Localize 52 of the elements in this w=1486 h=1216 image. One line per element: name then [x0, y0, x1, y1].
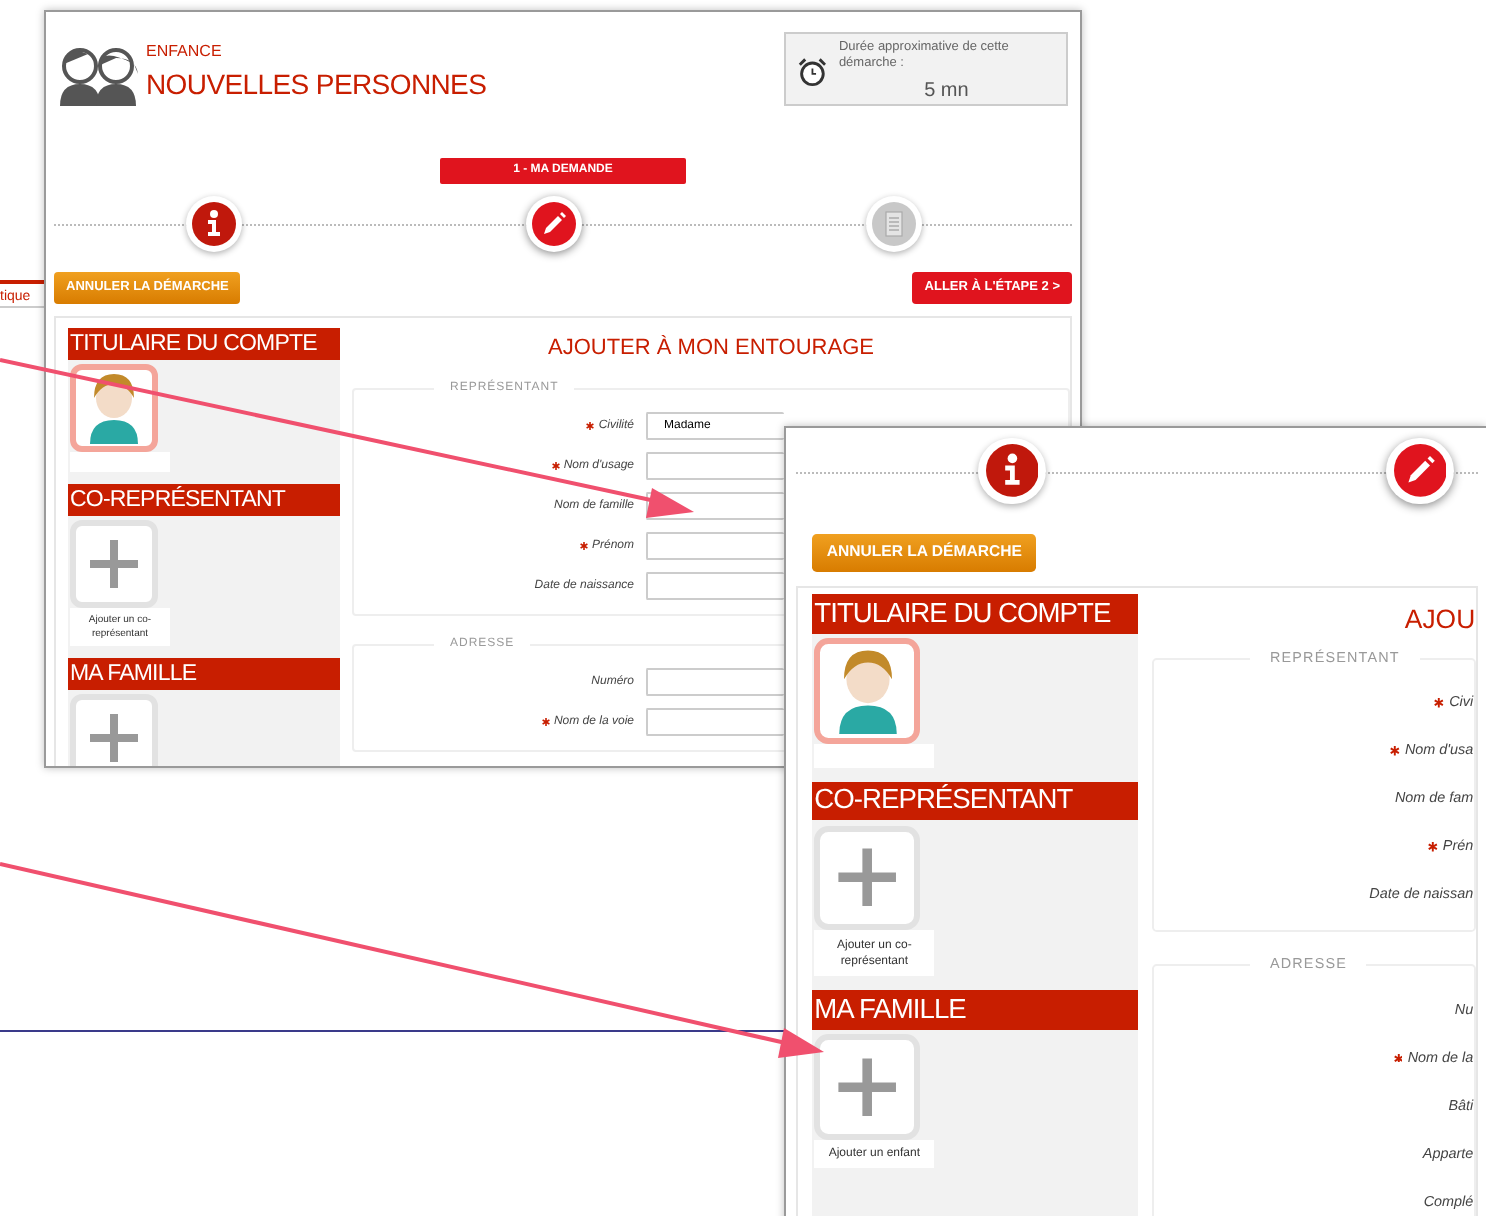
blank-caption-area: [70, 451, 170, 472]
step-marker[interactable]: [866, 196, 922, 252]
field-label: Prén: [1442, 836, 1474, 859]
avatar-tile[interactable]: [70, 363, 158, 452]
field-label: Date de naissan: [1369, 884, 1474, 907]
alarm-clock-icon: [798, 56, 827, 88]
input-field[interactable]: [646, 708, 784, 737]
children-icon: [58, 42, 138, 106]
step-marker[interactable]: [1385, 437, 1454, 505]
form-title: AJOU: [1402, 601, 1476, 638]
pencil-icon: [1393, 444, 1446, 498]
section-header: TITULAIRE DU COMPTE: [68, 327, 340, 360]
info-icon: [192, 202, 236, 246]
plus-icon: [88, 537, 140, 590]
document-icon: [872, 202, 916, 246]
field-label: Nom de la: [1407, 1047, 1474, 1069]
input-field[interactable]: [646, 572, 784, 601]
plus-icon: [835, 846, 899, 910]
step-marker[interactable]: [526, 196, 582, 252]
add-tile[interactable]: [70, 519, 158, 608]
field-label: Nu: [1454, 999, 1474, 1021]
step-marker[interactable]: [977, 437, 1046, 505]
pencil-icon: [532, 202, 576, 246]
section-header: CO-REPRÉSENTANT: [811, 781, 1139, 821]
add-tile[interactable]: [814, 1033, 920, 1140]
field-label: Bâti: [1448, 1095, 1474, 1117]
category-label: ENFANCE: [146, 40, 224, 64]
section-header: TITULAIRE DU COMPTE: [811, 594, 1139, 634]
field-label: Nom d'usa: [1404, 740, 1474, 763]
input-field[interactable]: [646, 532, 784, 561]
section-header: MA FAMILLE: [68, 657, 340, 690]
duration-value: 5 mn: [922, 78, 971, 106]
section-header: MA FAMILLE: [811, 990, 1139, 1029]
field-label: Nom de fam: [1394, 788, 1474, 811]
avatar-icon: [84, 371, 144, 444]
section-header: CO-REPRÉSENTANT: [68, 483, 340, 516]
field-label: Civi: [1449, 692, 1474, 715]
step-marker[interactable]: [186, 196, 242, 252]
plus-icon: [88, 711, 140, 764]
input-field[interactable]: [646, 668, 784, 697]
field-label: Complé: [1423, 1191, 1474, 1213]
add-tile[interactable]: [70, 693, 158, 766]
avatar-tile[interactable]: [814, 638, 920, 744]
field-label: Apparte: [1422, 1143, 1474, 1165]
cancel-button[interactable]: ANNULER LA DÉMARCHE: [812, 533, 1037, 572]
input-field[interactable]: [646, 452, 784, 481]
add-tile[interactable]: [814, 825, 920, 931]
form-title: AJOUTER À MON ENTOURAGE: [546, 333, 876, 364]
page-title: NOUVELLES PERSONNES: [146, 66, 487, 104]
info-icon: [985, 444, 1038, 498]
plus-icon: [835, 1055, 899, 1118]
blank-caption-area: [814, 743, 935, 768]
